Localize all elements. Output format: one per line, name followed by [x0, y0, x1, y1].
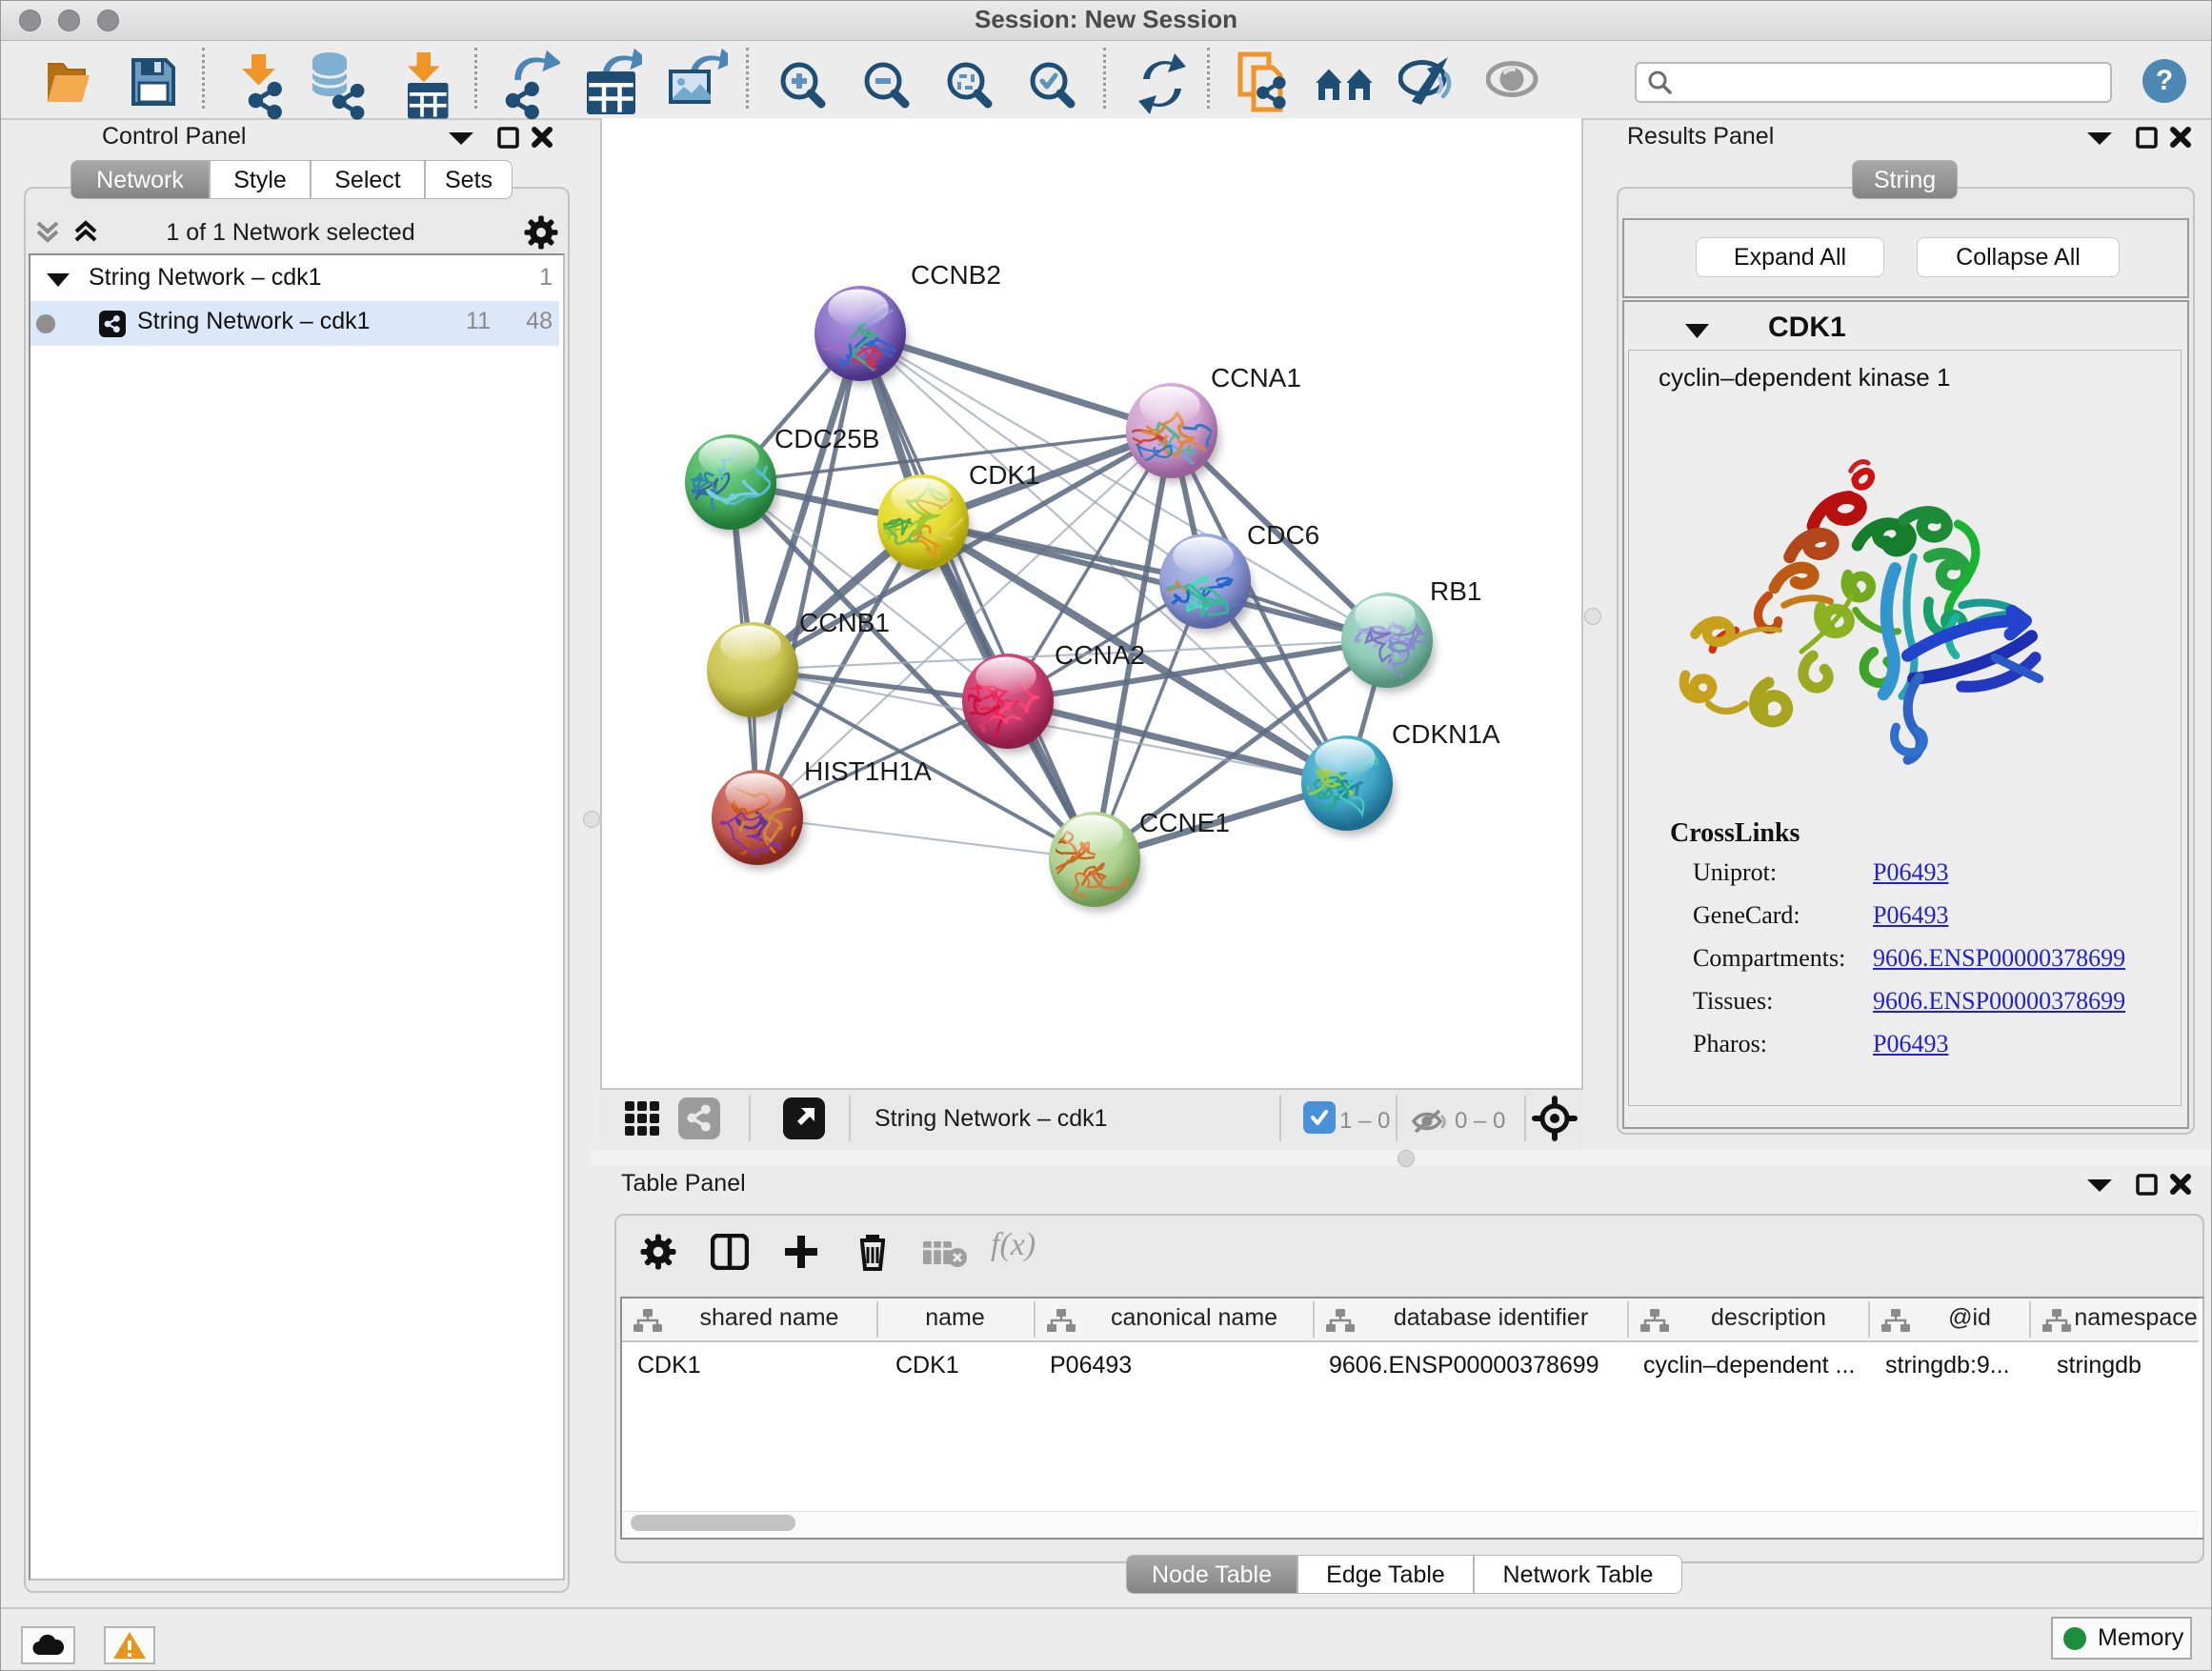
svg-text:CCNE1: CCNE1	[1139, 808, 1230, 837]
svg-text:CDKN1A: CDKN1A	[1392, 719, 1500, 749]
svg-text:HIST1H1A: HIST1H1A	[804, 756, 932, 786]
svg-text:CDC25B: CDC25B	[774, 424, 879, 453]
svg-text:CCNA1: CCNA1	[1211, 363, 1301, 393]
svg-text:CCNA2: CCNA2	[1055, 640, 1145, 670]
svg-text:RB1: RB1	[1430, 576, 1481, 606]
svg-text:CCNB2: CCNB2	[911, 260, 1001, 290]
svg-text:CDC6: CDC6	[1247, 520, 1319, 550]
svg-text:CDK1: CDK1	[969, 460, 1040, 490]
svg-text:CCNB1: CCNB1	[799, 608, 890, 637]
